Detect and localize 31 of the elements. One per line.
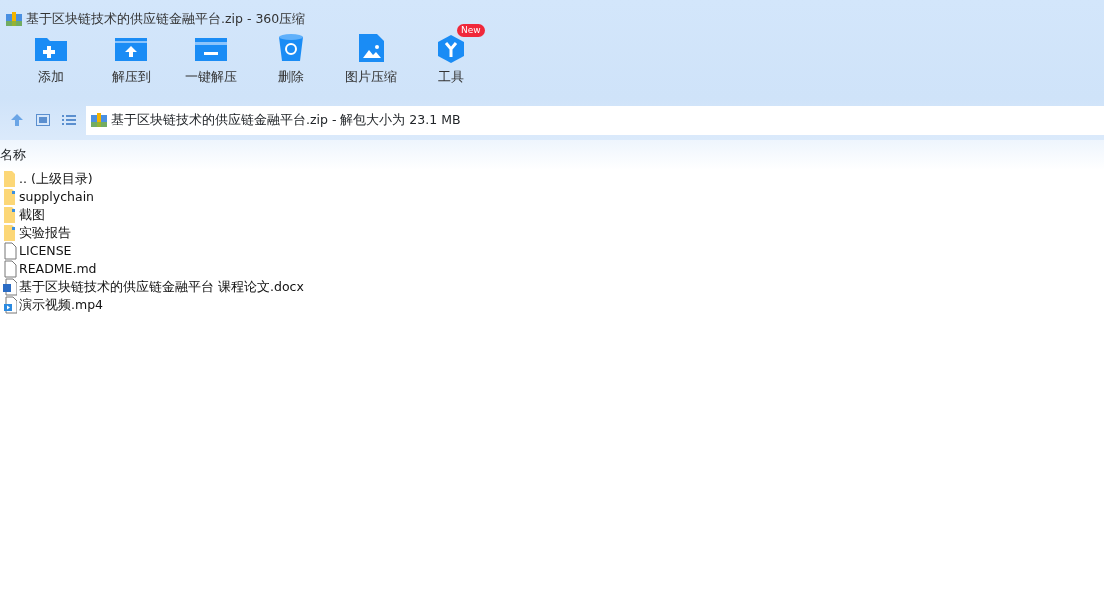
- toolbar-button[interactable]: 删除: [251, 30, 331, 87]
- file-name[interactable]: 基于区块链技术的供应链金融平台 课程论文.docx: [19, 277, 304, 297]
- file-name[interactable]: .. (上级目录): [19, 169, 93, 189]
- up-arrow-icon[interactable]: [10, 113, 24, 127]
- file-name[interactable]: 实验报告: [19, 223, 71, 243]
- window-title: 基于区块链技术的供应链金融平台.zip - 360压缩: [26, 9, 306, 28]
- video-file-icon: [3, 296, 17, 314]
- toolbar-button[interactable]: 图片压缩: [331, 30, 411, 87]
- toolbar-button[interactable]: 添加: [11, 30, 91, 87]
- archive-icon: [91, 113, 107, 127]
- thumbnail-view-icon[interactable]: [36, 114, 50, 126]
- folder-icon: [3, 188, 17, 206]
- folder-icon: [3, 224, 17, 242]
- word-document-icon: [3, 278, 17, 296]
- address-bar[interactable]: 基于区块链技术的供应链金融平台.zip - 解包大小为 23.1 MB: [86, 105, 1104, 135]
- file-name[interactable]: 截图: [19, 205, 45, 225]
- archive-path: 基于区块链技术的供应链金融平台.zip - 解包大小为 23.1 MB: [111, 110, 461, 129]
- file-name[interactable]: LICENSE: [19, 241, 72, 261]
- list-view-icon[interactable]: [62, 114, 76, 126]
- folder-icon: [3, 170, 17, 188]
- document-icon: [3, 242, 17, 260]
- archive-icon: [6, 12, 22, 26]
- new-badge: New: [457, 24, 485, 37]
- column-header[interactable]: 名称: [0, 147, 26, 162]
- folder-icon: [3, 206, 17, 224]
- toolbar-button[interactable]: 解压到: [91, 30, 171, 87]
- file-name[interactable]: 演示视频.mp4: [19, 295, 104, 315]
- toolbar-button[interactable]: 一键解压: [171, 30, 251, 87]
- file-name[interactable]: supplychain: [19, 187, 95, 207]
- document-icon: [3, 260, 17, 278]
- file-name[interactable]: README.md: [19, 259, 97, 279]
